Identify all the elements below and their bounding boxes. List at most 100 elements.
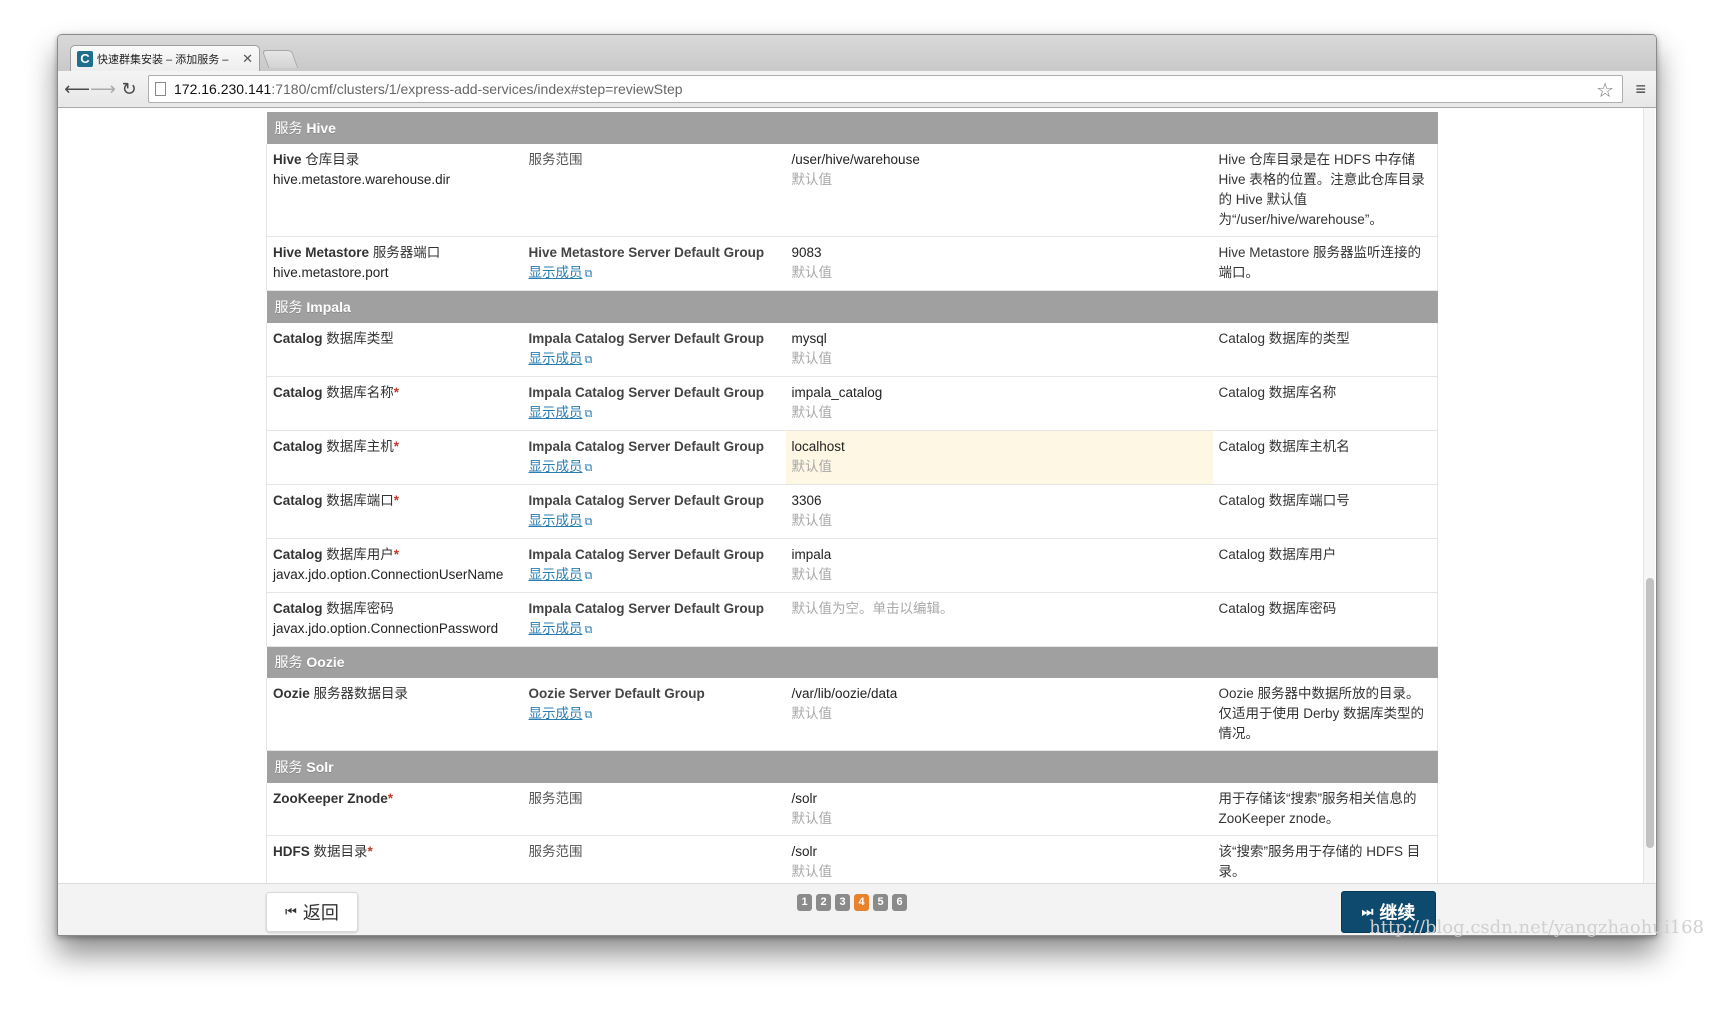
show-members-link[interactable]: 显示成员 [529,351,583,366]
page-step-5[interactable]: 5 [873,894,888,911]
browser-window: C 快速群集安装 – 添加服务 – C ✕ ⟵ ⟶ ↻ 172.16.230.1… [57,34,1657,936]
default-value-label: 默认值 [791,404,833,420]
reload-icon[interactable]: ↻ [116,79,142,100]
page-step-4[interactable]: 4 [854,894,869,911]
new-tab-button[interactable] [261,50,299,68]
url-path: :7180/cmf/clusters/1/express-add-service… [271,81,683,97]
param-key: javax.jdo.option.ConnectionUserName [273,566,504,582]
role-group: Hive Metastore Server Default Group [528,245,765,260]
review-content: 服务 Hive Hive 仓库目录 hive.metastore.warehouse… [266,112,1439,920]
param-name: Catalog 数据库端口* [273,493,399,508]
default-value-label: 默认值 [791,706,833,721]
param-value[interactable]: /solr [792,844,818,859]
show-members-link[interactable]: 显示成员 [529,265,583,280]
bookmark-star-icon[interactable]: ☆ [1596,78,1614,103]
external-link-icon: ⧉ [584,709,593,721]
page-step-1[interactable]: 1 [797,894,812,911]
param-value[interactable]: /user/hive/warehouse [792,152,920,167]
service-prefix: 服务 [274,654,303,671]
param-value-cell[interactable]: /user/hive/warehouse 默认值 [785,144,1213,237]
param-value[interactable]: 3306 [792,493,822,508]
external-link-icon: ⧉ [584,515,593,528]
param-value[interactable]: localhost [792,439,845,454]
param-name-en: Oozie [273,686,310,701]
param-value-cell[interactable]: impala_catalog 默认值 [785,376,1213,431]
param-description-cell: Catalog 数据库用户 [1212,538,1439,593]
param-name-cell: Hive Metastore 服务器端口 hive.metastore.port [266,236,523,291]
param-description-cell: Catalog 数据库密码 [1212,592,1439,647]
page-step-3[interactable]: 3 [835,894,850,911]
address-bar[interactable]: 172.16.230.141:7180/cmf/clusters/1/expre… [148,75,1623,103]
param-name-en: HDFS [273,843,310,859]
empty-value-placeholder[interactable]: 默认值为空。单击以编辑。 [792,601,954,616]
param-scope-cell: Impala Catalog Server Default Group 显示成员 ⧉ [522,484,786,539]
param-name-cell: Oozie 服务器数据目录 [266,678,523,751]
back-arrow-icon[interactable]: ⟵ [64,79,90,100]
show-members-link[interactable]: 显示成员 [529,513,583,528]
param-name-zh: 数据库名称 [326,384,394,400]
param-name: Catalog 数据库密码 [273,601,394,616]
param-name-en: Hive [273,152,302,167]
scrollbar-thumb[interactable] [1646,578,1654,848]
param-description: Catalog 数据库的类型 [1218,330,1350,346]
param-description-cell: 该“搜索”服务用于存储的 HDFS 目录。 [1212,835,1439,889]
vertical-scrollbar[interactable] [1643,108,1655,935]
show-members-link[interactable]: 显示成员 [529,405,583,420]
param-name: Oozie 服务器数据目录 [273,686,408,701]
param-description: Hive 仓库目录是在 HDFS 中存储 Hive 表格的位置。注意此仓库目录的… [1218,152,1425,227]
external-link-icon: ⧉ [584,623,593,636]
show-members-link[interactable]: 显示成员 [529,621,583,636]
param-value-cell[interactable]: mysql 默认值 [785,322,1213,377]
show-members-link[interactable]: 显示成员 [529,706,583,721]
browser-tab[interactable]: C 快速群集安装 – 添加服务 – C ✕ [70,45,260,72]
param-value-cell[interactable]: 9083 默认值 [785,236,1213,291]
param-value[interactable]: /solr [792,791,818,806]
forward-arrow-icon[interactable]: ⟶ [90,79,116,100]
show-members-link[interactable]: 显示成员 [529,567,583,582]
default-value-label: 默认值 [791,512,833,528]
param-name-zh: 服务器数据目录 [313,686,409,701]
param-value[interactable]: 9083 [792,245,822,260]
service-name: Hive [306,120,336,136]
menu-icon[interactable]: ≡ [1635,79,1646,100]
service-header: 服务 Solr [266,750,1438,783]
tab-title: 快速群集安装 – 添加服务 – C [97,54,229,66]
table-row: Catalog 数据库类型 Impala Catalog Server Defau… [266,322,1439,377]
param-scope-cell: Hive Metastore Server Default Group 显示成员 ⧉ [522,236,786,291]
page-step-2[interactable]: 2 [816,894,831,911]
param-value-cell[interactable]: 3306 默认值 [785,484,1213,539]
default-value-label: 默认值 [791,172,833,187]
param-value[interactable]: mysql [792,331,827,346]
service-name: Solr [306,758,334,775]
param-scope-cell: 服务范围 [522,835,786,889]
default-value-label: 默认值 [791,566,833,582]
param-value[interactable]: impala [792,547,832,562]
param-name-zh: 仓库目录 [305,152,360,167]
param-value[interactable]: impala_catalog [792,385,883,400]
table-row: Hive 仓库目录 hive.metastore.warehouse.dir 服务范… [266,144,1439,237]
param-value-cell[interactable]: /solr 默认值 [785,782,1213,836]
url-host: 172.16.230.141 [174,81,272,97]
param-key: hive.metastore.warehouse.dir [273,172,451,187]
param-name-en: ZooKeeper Znode [273,790,388,806]
close-icon[interactable]: ✕ [242,51,253,67]
param-value-cell[interactable]: impala 默认值 [785,538,1213,593]
table-row: Catalog 数据库密码 javax.jdo.option.Connection… [266,592,1439,647]
page-step-6[interactable]: 6 [892,894,907,911]
param-name-en: Catalog [273,492,323,508]
back-button[interactable]: ⏮ 返回 [266,892,358,932]
param-value-cell[interactable]: /var/lib/oozie/data 默认值 [785,678,1213,751]
param-value-cell[interactable]: /solr 默认值 [785,835,1213,889]
param-value-cell[interactable]: localhost 默认值 [785,430,1213,485]
param-value[interactable]: /var/lib/oozie/data [792,686,898,701]
default-value-label: 默认值 [791,863,833,879]
table-row: Catalog 数据库用户* javax.jdo.option.Connectio… [266,538,1439,593]
param-scope-cell: Impala Catalog Server Default Group 显示成员 ⧉ [522,322,786,377]
role-group: Impala Catalog Server Default Group [528,330,765,346]
param-value-cell[interactable]: 默认值为空。单击以编辑。 [785,592,1213,647]
table-row: Catalog 数据库主机* Impala Catalog Server Defa… [266,430,1439,485]
show-members-link[interactable]: 显示成员 [529,459,583,474]
param-description-cell: Hive Metastore 服务器监听连接的端口。 [1212,236,1439,291]
param-description-cell: Catalog 数据库主机名 [1212,430,1439,485]
required-mark: * [367,843,373,859]
